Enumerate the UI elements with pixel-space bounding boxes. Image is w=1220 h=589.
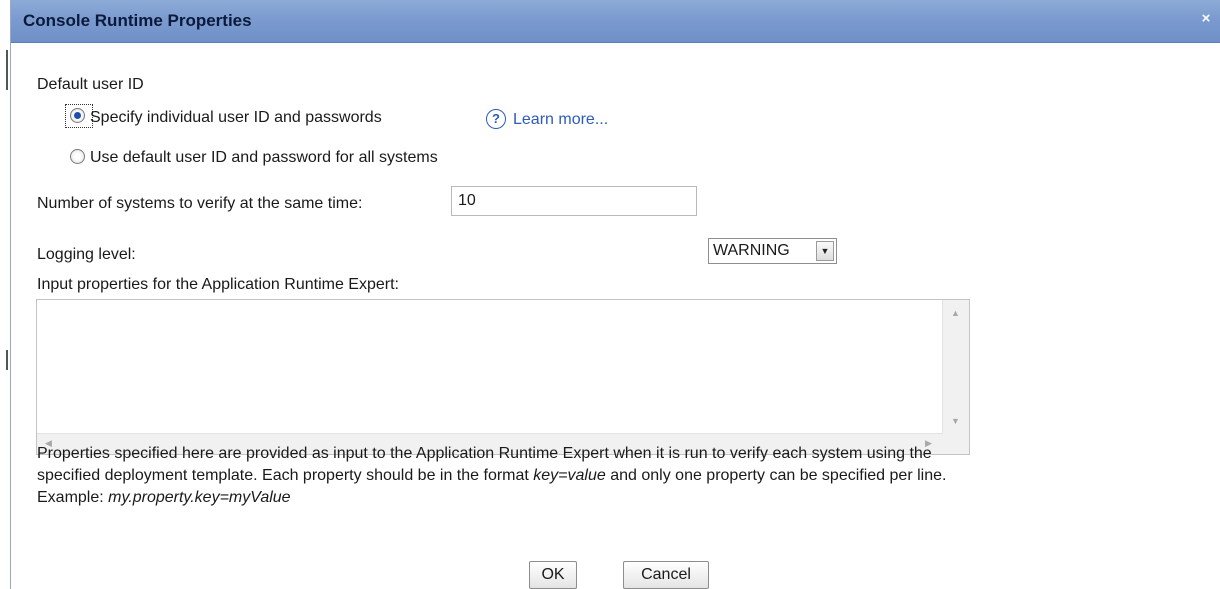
input-properties-label: Input properties for the Application Run… (37, 276, 399, 293)
description-line-1: Properties specified here are provided a… (37, 445, 932, 462)
verify-count-label: Number of systems to verify at the same … (37, 195, 363, 212)
scroll-down-icon[interactable]: ▼ (951, 416, 960, 426)
close-icon[interactable]: × (1197, 10, 1215, 28)
radio-specify-individual-label[interactable]: Specify individual user ID and passwords (90, 109, 382, 127)
default-user-id-label: Default user ID (37, 76, 144, 93)
dialog-titlebar: Console Runtime Properties × (11, 0, 1220, 43)
dialog-title: Console Runtime Properties (23, 11, 252, 30)
background-window-edge (0, 0, 10, 589)
cancel-button[interactable]: Cancel (623, 561, 709, 589)
radio-specify-individual[interactable] (70, 108, 85, 123)
description-line-2-suffix: and only one property can be specified p… (605, 467, 947, 484)
description-line-2: specified deployment template. Each prop… (37, 465, 1187, 487)
description-format: key=value (533, 467, 606, 484)
input-properties-textarea[interactable]: ▲ ▼ ◀ ▶ (36, 299, 970, 455)
question-circle-icon[interactable]: ? (486, 109, 506, 129)
background-edge-mark (6, 350, 8, 370)
description-example-prefix: Example: (37, 489, 109, 506)
verify-count-input[interactable] (451, 186, 697, 216)
logging-level-select[interactable]: WARNING ▼ (708, 238, 837, 264)
ok-button[interactable]: OK (529, 561, 577, 589)
logging-level-value: WARNING (713, 242, 790, 259)
description-line-2-prefix: specified deployment template. Each prop… (37, 467, 534, 484)
properties-description: Properties specified here are provided a… (37, 443, 1187, 509)
logging-level-label: Logging level: (37, 246, 136, 263)
radio-use-default[interactable] (70, 149, 85, 164)
description-line-3: Example: my.property.key=myValue (37, 487, 1187, 509)
console-runtime-properties-dialog: Console Runtime Properties × Default use… (10, 0, 1220, 589)
learn-more-link[interactable]: Learn more... (513, 111, 608, 129)
background-edge-mark (6, 50, 8, 90)
radio-use-default-label[interactable]: Use default user ID and password for all… (90, 149, 438, 167)
description-example: my.property.key=myValue (108, 489, 291, 506)
vertical-scrollbar[interactable]: ▲ ▼ (942, 300, 969, 434)
chevron-down-icon[interactable]: ▼ (816, 241, 834, 261)
scroll-up-icon[interactable]: ▲ (951, 308, 960, 318)
